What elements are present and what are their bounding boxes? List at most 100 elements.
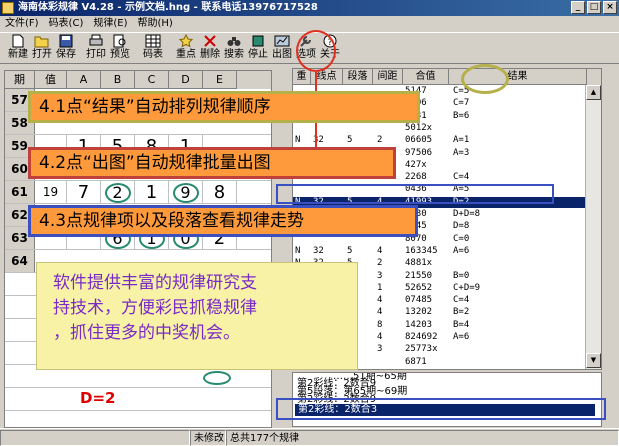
rule-cell: B=4	[453, 319, 470, 330]
rule-cell: C=7	[453, 98, 470, 109]
rule-cell: 4	[377, 295, 383, 306]
grid-table-icon	[145, 34, 161, 48]
menu-codetable[interactable]: 码表(C)	[44, 16, 89, 32]
rule-cell: 07485	[405, 295, 433, 306]
keypoint-button[interactable]: 重点	[174, 33, 198, 63]
rule-cell: 2	[377, 258, 383, 269]
close-button[interactable]: ×	[603, 1, 617, 14]
preview-button[interactable]: 预览	[108, 33, 132, 63]
rule-cell: C=4	[453, 295, 470, 306]
grid-cell[interactable]: 2	[101, 181, 135, 203]
stop-button[interactable]: 停止	[246, 33, 270, 63]
rule-cell: 427x	[405, 159, 427, 170]
chart-button[interactable]: 出图	[270, 33, 294, 63]
status-bar: 未修改 总共177个规律	[0, 428, 619, 446]
scroll-up-button[interactable]: ▲	[586, 85, 601, 100]
callout-batch-chart: 4.2点“出图”自动规律批量出图	[28, 147, 396, 179]
grid-row[interactable]: 61 19 7 2 1 9 8	[5, 181, 271, 204]
rule-cell: A=1	[453, 135, 470, 146]
rule-cell: 5	[347, 245, 353, 256]
new-button[interactable]: 新建	[6, 33, 30, 63]
col-header-weight[interactable]: 重	[293, 69, 311, 85]
rule-cell: C=4	[453, 172, 470, 183]
grid-cell[interactable]: 8	[203, 181, 237, 203]
rule-cell: 3	[377, 270, 383, 281]
col-header[interactable]: 期	[5, 71, 35, 89]
chart-button-highlight	[296, 30, 336, 72]
rule-cell: 4881x	[405, 258, 433, 269]
rule-cell: A=6	[453, 245, 470, 256]
menu-bar: 文件(F) 码表(C) 规律(E) 帮助(H)	[0, 16, 619, 32]
col-header[interactable]: C	[135, 71, 169, 89]
app-icon	[2, 2, 14, 14]
col-header-interval[interactable]: 间距	[373, 69, 403, 85]
col-header[interactable]: E	[203, 71, 237, 89]
rule-cell: 6871	[405, 356, 427, 367]
menu-help[interactable]: 帮助(H)	[132, 16, 177, 32]
floppy-icon	[59, 34, 73, 48]
row-number: 64	[5, 250, 35, 272]
rule-cell: B=0	[453, 270, 470, 281]
row-number: 61	[5, 181, 35, 203]
rule-cell: 4	[377, 332, 383, 342]
rule-cell: 14203	[405, 319, 433, 330]
rule-row[interactable]: 5012x	[293, 122, 601, 134]
col-header[interactable]: A	[67, 71, 101, 89]
rule-cell: B=2	[453, 307, 470, 318]
window-controls: _ □ ×	[571, 1, 617, 14]
rule-cell: 2	[377, 135, 383, 146]
circle-mark	[203, 371, 231, 385]
rule-table-scrollbar[interactable]: ▲ ▼	[585, 85, 601, 369]
col-header[interactable]: B	[101, 71, 135, 89]
info-note: 软件提供丰富的规律研究支 持技术，方便彩民抓稳规律 ，抓住更多的中奖机会。	[36, 262, 358, 370]
app-window: 海南体彩规律 V4.28 - 示例文档.hng - 联系电话1397671752…	[0, 0, 619, 446]
rule-cell: 4	[377, 307, 383, 318]
minimize-button[interactable]: _	[571, 1, 585, 14]
binoculars-icon	[227, 37, 241, 46]
rule-cell: 06605	[405, 135, 433, 146]
grid-cell[interactable]: 9	[169, 181, 203, 203]
rule-cell: 2268	[405, 172, 427, 183]
rule-cell: A=6	[453, 332, 470, 342]
grid-cell[interactable]: 19	[35, 181, 67, 203]
info-line: 持技术，方便彩民抓稳规律	[53, 298, 257, 318]
open-button[interactable]: 打开	[30, 33, 54, 63]
col-header-sum[interactable]: 合值	[403, 69, 449, 85]
selected-detail-highlight	[276, 398, 606, 420]
info-line: ，抓住更多的中奖机会。	[53, 323, 240, 343]
rule-row[interactable]: N 32 5 4 163345 A=6	[293, 245, 601, 257]
x-icon	[204, 35, 216, 47]
left-grid-panel[interactable]: 期 值 A B C D E 57 58 59 1 5 8 1 60 61 19	[4, 70, 272, 428]
rule-row[interactable]: N 32 5 2 06605 A=1	[293, 135, 601, 146]
menu-rules[interactable]: 规律(E)	[88, 16, 132, 32]
scroll-down-button[interactable]: ▼	[586, 353, 601, 368]
search-button[interactable]: 搜索	[222, 33, 246, 63]
rule-cell: 163345	[405, 245, 438, 256]
rule-table-header: 重 线点 段落 间距 合值 结果	[293, 69, 601, 85]
left-grid-header: 期 值 A B C D E	[5, 71, 271, 89]
status-panel	[0, 430, 190, 446]
window-title: 海南体彩规律 V4.28 - 示例文档.hng - 联系电话1397671752…	[18, 2, 318, 13]
col-header-segment[interactable]: 段落	[343, 69, 373, 85]
print-button[interactable]: 打印	[84, 33, 108, 63]
codetable-button[interactable]: 码表	[138, 33, 168, 63]
maximize-button[interactable]: □	[587, 1, 601, 14]
rule-cell: 52652	[405, 282, 433, 293]
circled-digit: 2	[104, 183, 131, 203]
save-button[interactable]: 保存	[54, 33, 78, 63]
rule-cell: 824692	[405, 332, 438, 342]
menu-file[interactable]: 文件(F)	[0, 16, 44, 32]
grid-cell[interactable]: 1	[135, 181, 169, 203]
magnifier-icon	[113, 34, 126, 48]
circled-digit: 9	[172, 183, 199, 203]
grid-row[interactable]	[5, 388, 271, 411]
delete-button[interactable]: 删除	[198, 33, 222, 63]
rule-cell: A=3	[453, 147, 470, 158]
grid-cell[interactable]: 7	[67, 181, 101, 203]
rule-cell: 4	[377, 245, 383, 256]
rule-cell: 5012x	[405, 122, 433, 133]
col-header[interactable]: D	[169, 71, 203, 89]
info-line: 软件提供丰富的规律研究支	[53, 273, 257, 293]
title-bar[interactable]: 海南体彩规律 V4.28 - 示例文档.hng - 联系电话1397671752…	[0, 0, 619, 16]
col-header[interactable]: 值	[35, 71, 67, 89]
